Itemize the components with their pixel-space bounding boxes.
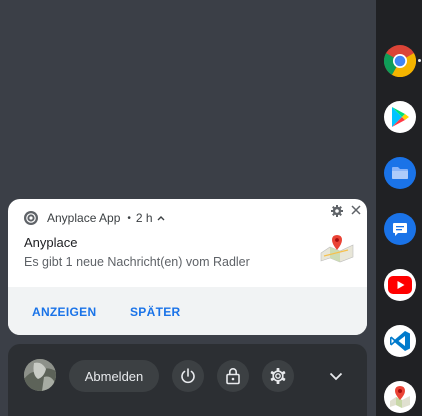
play-store-icon[interactable]: [384, 101, 416, 133]
power-button[interactable]: [172, 360, 204, 392]
notification-settings-icon[interactable]: [330, 204, 344, 218]
messages-icon[interactable]: [384, 213, 416, 245]
signout-button[interactable]: Abmelden: [69, 360, 159, 392]
vscode-icon[interactable]: [384, 325, 416, 357]
chrome-app-icon: [24, 211, 38, 225]
notification-header: Anyplace App • 2 h: [24, 209, 165, 227]
notification-card[interactable]: Anyplace App • 2 h Anyplace Es gibt 1 ne…: [8, 199, 367, 335]
lock-icon: [226, 368, 240, 385]
map-image-icon: [320, 233, 354, 263]
notification-message: Es gibt 1 neue Nachricht(en) vom Radler: [24, 255, 250, 269]
files-icon[interactable]: [384, 157, 416, 189]
notification-actions: ANZEIGEN SPÄTER: [8, 287, 367, 335]
system-tray-panel: Abmelden: [8, 344, 367, 416]
show-button[interactable]: ANZEIGEN: [32, 305, 96, 319]
power-icon: [181, 368, 195, 384]
chrome-icon[interactable]: [384, 45, 416, 77]
chevron-down-icon[interactable]: [326, 366, 346, 386]
lock-button[interactable]: [217, 360, 249, 392]
notification-separator: •: [127, 212, 131, 224]
shelf: [376, 0, 422, 416]
notification-title: Anyplace: [24, 235, 78, 250]
maps-icon[interactable]: [384, 381, 416, 413]
chevron-up-icon[interactable]: [157, 213, 165, 223]
notification-time: 2 h: [135, 211, 153, 225]
settings-button[interactable]: [262, 360, 294, 392]
gear-icon: [270, 368, 286, 384]
youtube-icon[interactable]: [384, 269, 416, 301]
active-app-indicator: [418, 59, 421, 62]
notification-app-name: Anyplace App: [47, 211, 121, 225]
close-icon[interactable]: [349, 203, 363, 217]
avatar[interactable]: [24, 359, 56, 391]
later-button[interactable]: SPÄTER: [130, 305, 180, 319]
